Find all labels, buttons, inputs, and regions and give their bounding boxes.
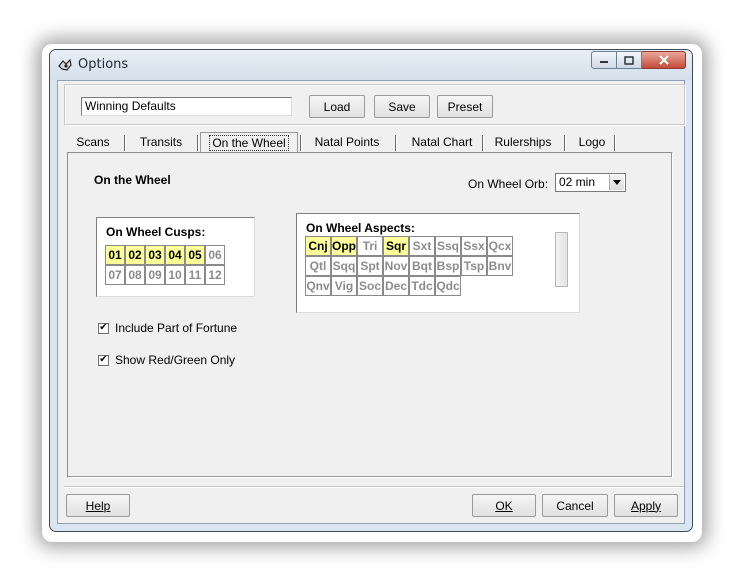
red-green-label: Show Red/Green Only: [115, 353, 236, 367]
aspect-toggle-sxt[interactable]: Sxt: [409, 236, 435, 256]
ok-label: OK: [495, 498, 513, 513]
ok-button[interactable]: OK: [472, 494, 536, 517]
chevron-down-icon: [613, 180, 621, 185]
cusp-toggle-12[interactable]: 12: [205, 265, 225, 285]
footer-divider: [64, 486, 684, 487]
aspect-toggle-bsp[interactable]: Bsp: [435, 256, 461, 276]
window-title: Options: [78, 57, 129, 72]
minimize-button[interactable]: [591, 51, 617, 69]
aspect-toggle-sqq[interactable]: Sqq: [331, 256, 357, 276]
preset-group: Winning Defaults Load Save Preset: [64, 84, 686, 126]
load-button[interactable]: Load: [309, 95, 365, 118]
close-icon: [658, 55, 669, 65]
tab-separator: [395, 135, 396, 151]
minimize-icon: [600, 61, 608, 63]
maximize-button[interactable]: [617, 51, 642, 69]
cusp-toggle-09[interactable]: 09: [145, 265, 165, 285]
title-bar[interactable]: Options: [50, 50, 692, 80]
include-pof-label: Include Part of Fortune: [115, 321, 238, 335]
help-label: Help: [85, 498, 111, 513]
aspect-toggle-bqt[interactable]: Bqt: [409, 256, 435, 276]
cusps-box: On Wheel Cusps: 01 02 03 04 05 06 07 08 09 10 11 12: [96, 217, 255, 297]
tab-separator: [124, 135, 125, 151]
aspect-toggle-ssx[interactable]: Ssx: [461, 236, 487, 256]
tab-logo[interactable]: Logo: [570, 132, 614, 152]
tab-separator: [300, 135, 301, 151]
checkmark-icon: ✔: [99, 354, 108, 365]
cusp-toggle-06[interactable]: 06: [205, 245, 225, 265]
cusps-title: On Wheel Cusps:: [106, 225, 206, 239]
orb-label: On Wheel Orb:: [468, 177, 549, 191]
tab-separator: [482, 135, 483, 151]
maximize-icon: [624, 55, 634, 65]
cancel-button[interactable]: Cancel: [542, 494, 608, 517]
aspect-toggle-sqr[interactable]: Sqr: [383, 236, 409, 256]
tab-on-the-wheel[interactable]: On the Wheel: [200, 132, 298, 153]
orb-value: 02 min: [559, 175, 596, 189]
apply-label: Apply: [630, 498, 662, 513]
aspect-toggle-dec[interactable]: Dec: [383, 276, 409, 296]
tab-panel: On the Wheel On Wheel Orb: 02 min On Whe…: [67, 152, 673, 478]
aspect-toggle-qdc[interactable]: Qdc: [435, 276, 461, 296]
cusp-toggle-08[interactable]: 08: [125, 265, 145, 285]
tab-separator: [614, 135, 615, 151]
aspect-toggle-bnv[interactable]: Bnv: [487, 256, 513, 276]
cusp-toggle-03[interactable]: 03: [145, 245, 165, 265]
cusp-toggle-10[interactable]: 10: [165, 265, 185, 285]
tab-natal-points[interactable]: Natal Points: [306, 132, 388, 152]
aspect-toggle-qnv[interactable]: Qnv: [305, 276, 331, 296]
aspect-toggle-opp[interactable]: Opp: [331, 236, 357, 256]
include-pof-option[interactable]: ✔ Include Part of Fortune: [98, 321, 237, 335]
help-button[interactable]: Help: [66, 494, 130, 517]
tab-separator: [564, 135, 565, 151]
dropdown-arrow[interactable]: [609, 175, 624, 190]
dialog-client: Winning Defaults Load Save Preset Scans …: [57, 80, 686, 524]
tab-rulerships[interactable]: Rulerships: [488, 132, 558, 152]
section-title: On the Wheel: [94, 173, 171, 187]
aspects-box: On Wheel Aspects: Cnj Opp Tri Sqr Sxt Ssq Ssx Q…: [296, 213, 580, 313]
cusp-toggle-11[interactable]: 11: [185, 265, 205, 285]
aspects-scroll-indicator: [555, 232, 568, 287]
aspect-toggle-qcx[interactable]: Qcx: [487, 236, 513, 256]
red-green-option[interactable]: ✔ Show Red/Green Only: [98, 353, 235, 367]
aspect-toggle-vig[interactable]: Vig: [331, 276, 357, 296]
aspect-toggle-cnj[interactable]: Cnj: [305, 236, 331, 256]
preset-name-input[interactable]: Winning Defaults: [81, 97, 292, 116]
aspect-toggle-tdc[interactable]: Tdc: [409, 276, 435, 296]
apply-button[interactable]: Apply: [614, 494, 678, 517]
tab-transits[interactable]: Transits: [131, 132, 191, 152]
aspect-toggle-ssq[interactable]: Ssq: [435, 236, 461, 256]
cusp-toggle-02[interactable]: 02: [125, 245, 145, 265]
tab-natal-chart[interactable]: Natal Chart: [401, 132, 483, 152]
tab-scans[interactable]: Scans: [68, 132, 118, 152]
include-pof-checkbox[interactable]: ✔: [98, 322, 109, 334]
aspect-toggle-nov[interactable]: Nov: [383, 256, 409, 276]
red-green-checkbox[interactable]: ✔: [98, 354, 109, 366]
preset-button[interactable]: Preset: [437, 95, 493, 118]
orb-select[interactable]: 02 min: [555, 173, 626, 192]
options-window: Options Winning Defaults Load Save Prese…: [49, 49, 693, 532]
cusp-toggle-04[interactable]: 04: [165, 245, 185, 265]
aspects-title: On Wheel Aspects:: [306, 221, 415, 235]
close-button[interactable]: [642, 51, 686, 69]
cusp-toggle-01[interactable]: 01: [105, 245, 125, 265]
app-icon: [58, 58, 72, 71]
tab-separator: [197, 135, 198, 151]
aspect-toggle-soc[interactable]: Soc: [357, 276, 383, 296]
save-button[interactable]: Save: [374, 95, 430, 118]
checkmark-icon: ✔: [99, 322, 108, 333]
cancel-label: Cancel: [556, 498, 594, 513]
tab-on-the-wheel-label: On the Wheel: [209, 135, 289, 151]
aspect-toggle-qtl[interactable]: Qtl: [305, 256, 331, 276]
aspect-toggle-tsp[interactable]: Tsp: [461, 256, 487, 276]
aspect-toggle-spt[interactable]: Spt: [357, 256, 383, 276]
cusp-toggle-07[interactable]: 07: [105, 265, 125, 285]
cusp-toggle-05[interactable]: 05: [185, 245, 205, 265]
aspect-toggle-tri[interactable]: Tri: [357, 236, 383, 256]
